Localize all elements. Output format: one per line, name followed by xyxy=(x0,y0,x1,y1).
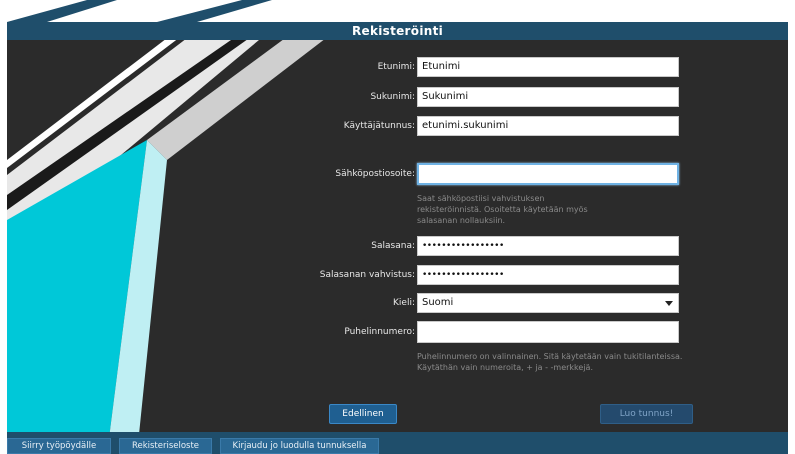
email-label: Sähköpostiosoite: xyxy=(335,169,415,179)
phone-label: Puhelinnumero: xyxy=(344,327,415,337)
deco-top xyxy=(7,0,272,22)
password-label: Salasana: xyxy=(371,241,415,251)
go-to-desktop-button[interactable]: Siirry työpöydälle xyxy=(7,438,111,454)
registration-window: Rekisteröinti Etunimi: Etunimi Sukunimi:… xyxy=(7,0,788,454)
email-hint-line: rekisteröinnistä. Osoitetta käytetään my… xyxy=(417,205,588,214)
registry-notice-button[interactable]: Rekisteriseloste xyxy=(119,438,212,454)
email-hint-line: salasanan nollauksiin. xyxy=(417,216,506,225)
previous-button[interactable]: Edellinen xyxy=(329,404,397,424)
email-hint: Saat sähköpostiisi vahvistuksen rekister… xyxy=(417,193,588,226)
password-confirm-input[interactable]: ••••••••••••••••• xyxy=(417,265,679,285)
email-hint-line: Saat sähköpostiisi vahvistuksen xyxy=(417,194,545,203)
login-existing-button[interactable]: Kirjaudu jo luodulla tunnuksella xyxy=(220,438,379,454)
language-label: Kieli: xyxy=(393,298,415,308)
password-input[interactable]: ••••••••••••••••• xyxy=(417,236,679,256)
lastname-input[interactable]: Sukunimi xyxy=(417,87,679,107)
language-select[interactable]: Suomi xyxy=(417,293,679,313)
username-label: Käyttäjätunnus: xyxy=(343,121,415,131)
chevron-down-icon xyxy=(665,301,673,306)
window-title: Rekisteröinti xyxy=(351,24,444,38)
phone-hint-line: Käytäthän vain numeroita, + ja - -merkke… xyxy=(417,363,593,372)
username-input[interactable]: etunimi.sukunimi xyxy=(417,116,679,136)
email-input[interactable] xyxy=(417,163,679,185)
phone-hint-line: Puhelinnumero on valinnainen. Sitä käyte… xyxy=(417,352,683,361)
phone-input[interactable] xyxy=(417,321,679,343)
language-selected-value: Suomi xyxy=(422,297,454,308)
firstname-input[interactable]: Etunimi xyxy=(417,57,679,77)
lastname-label: Sukunimi: xyxy=(370,92,415,102)
create-account-button[interactable]: Luo tunnus! xyxy=(600,404,693,424)
phone-hint: Puhelinnumero on valinnainen. Sitä käyte… xyxy=(417,351,682,373)
password-confirm-label: Salasanan vahvistus: xyxy=(319,270,415,280)
title-bar: Rekisteröinti xyxy=(7,22,788,40)
bottom-bar: Siirry työpöydälle Rekisteriseloste Kirj… xyxy=(7,432,788,454)
firstname-label: Etunimi: xyxy=(377,62,415,72)
